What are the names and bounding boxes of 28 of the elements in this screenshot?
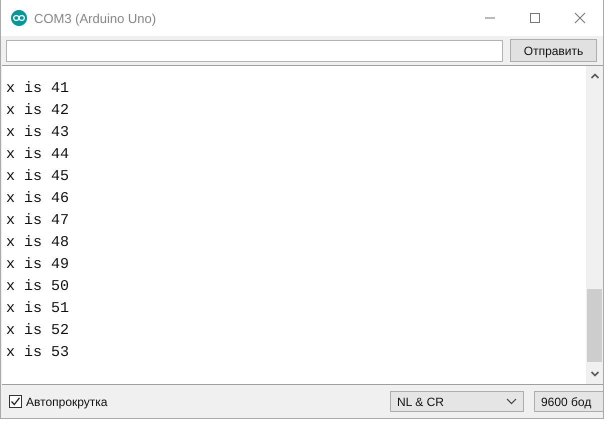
line-ending-dropdown[interactable]: NL & CR	[390, 391, 524, 412]
scrollbar-thumb[interactable]	[587, 289, 602, 362]
output-line: x is 51	[6, 299, 70, 319]
autoscroll-checkbox[interactable]	[9, 395, 22, 408]
infinity-logo-icon	[11, 10, 27, 26]
scroll-up-icon[interactable]	[590, 72, 600, 80]
output-line: x is 47	[6, 211, 70, 231]
output-line: x is 43	[6, 123, 70, 143]
output-line: x is 52	[6, 321, 70, 341]
scrollbar[interactable]	[586, 66, 603, 384]
window-title: COM3 (Arduino Uno)	[34, 10, 156, 26]
send-button[interactable]: Отправить	[510, 39, 597, 62]
output-line: x is 44	[6, 145, 70, 165]
output-line: x is 49	[6, 255, 70, 275]
output-line: x is 53	[6, 343, 70, 363]
output-line: x is 45	[6, 167, 70, 187]
baud-rate-dropdown[interactable]: 9600 бод	[534, 391, 603, 412]
maximize-icon[interactable]	[529, 12, 541, 24]
output-line: x is 41	[6, 79, 70, 99]
output-line: x is 48	[6, 233, 70, 253]
input-field[interactable]	[6, 40, 503, 62]
output-line: x is 50	[6, 277, 70, 297]
output-line: x is 46	[6, 189, 70, 209]
chevron-icon	[506, 398, 517, 405]
checkbox-label: Автопрокрутка	[26, 394, 108, 408]
close-icon[interactable]	[574, 12, 586, 24]
scroll-down-icon[interactable]	[590, 370, 600, 378]
output-line: x is 42	[6, 101, 70, 121]
